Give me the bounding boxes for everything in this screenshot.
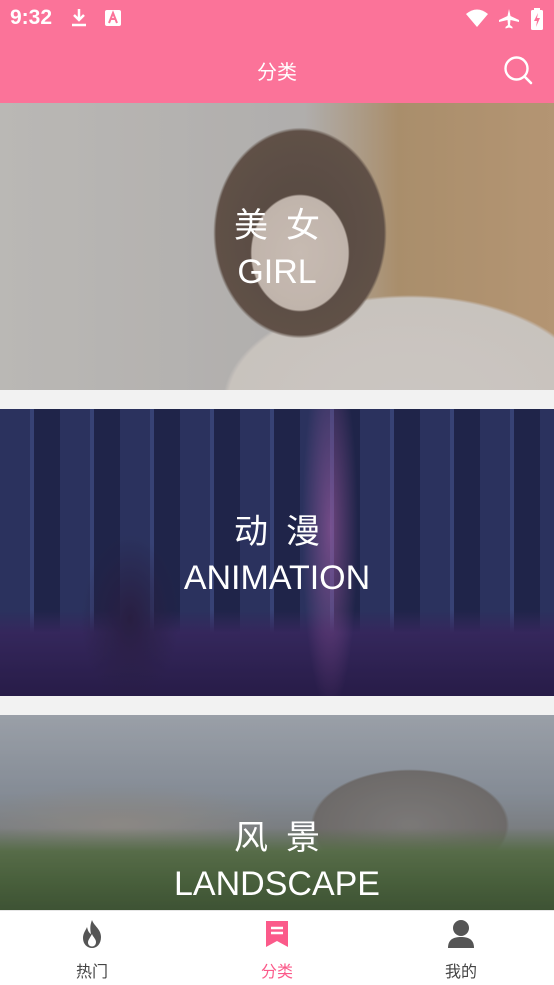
status-time: 9:32: [10, 6, 53, 29]
download-icon: [72, 9, 86, 27]
category-card-animation[interactable]: 动漫 ANIMATION: [0, 409, 554, 696]
bookmark-list-icon: [266, 921, 288, 947]
nav-label: 分类: [260, 962, 293, 981]
nav-item-mine[interactable]: 我的: [401, 911, 521, 985]
nav-item-hot[interactable]: 热门: [32, 911, 152, 985]
category-title-en: ANIMATION: [183, 559, 371, 597]
nav-label: 热门: [75, 962, 108, 981]
nav-label: 我的: [444, 962, 477, 981]
category-card-landscape[interactable]: 风景 LANDSCAPE: [0, 715, 554, 910]
search-icon[interactable]: [502, 54, 534, 86]
airplane-mode-icon: [499, 9, 519, 29]
category-card-girl[interactable]: 美女 GIRL: [0, 103, 554, 390]
flame-icon: [83, 920, 101, 948]
category-title-en: GIRL: [237, 253, 317, 291]
category-title-en: LANDSCAPE: [174, 865, 380, 903]
wifi-icon: [466, 9, 488, 27]
battery-charging-icon: [531, 8, 543, 30]
page-title: 分类: [257, 60, 297, 84]
category-title-zh: 美女: [234, 206, 338, 246]
text-app-icon: [105, 10, 121, 26]
nav-item-category[interactable]: 分类: [217, 911, 337, 985]
status-bar: 9:32: [0, 0, 554, 36]
bottom-nav: 热门 分类 我的: [0, 910, 554, 985]
category-title-zh: 动漫: [234, 512, 338, 552]
category-title-zh: 风景: [234, 818, 338, 858]
app-bar: 分类: [0, 36, 554, 103]
person-icon: [448, 920, 474, 948]
